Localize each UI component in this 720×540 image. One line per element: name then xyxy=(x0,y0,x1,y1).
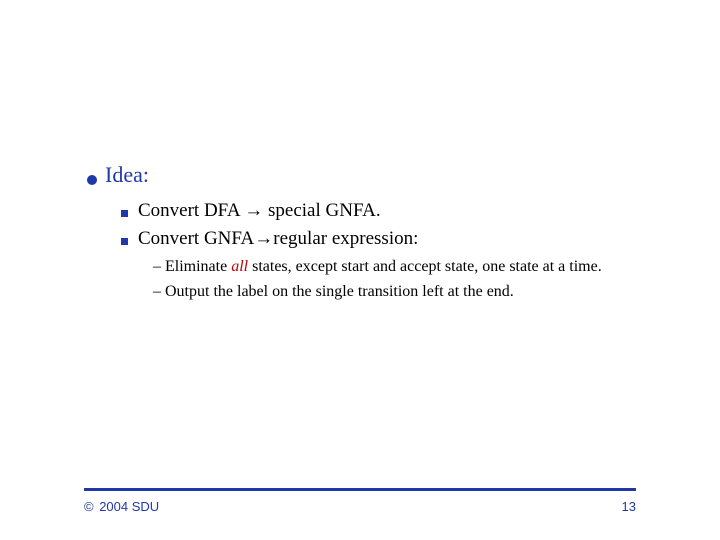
dash-icon: – xyxy=(153,257,165,278)
level2-list: Convert DFA → special GNFA. Convert GNFA… xyxy=(121,198,647,303)
square-icon xyxy=(121,238,128,245)
slide: Idea: Convert DFA → special GNFA. Conver… xyxy=(0,0,720,540)
list-item-text: Output the label on the single transitio… xyxy=(165,282,633,303)
emphasis-all: all xyxy=(231,258,248,275)
list-item-text: Convert GNFA→regular expression: xyxy=(138,226,418,252)
text-suffix: states, except start and accept state, o… xyxy=(248,258,602,275)
idea-bullet: Idea: xyxy=(87,162,647,188)
footer-divider xyxy=(84,488,636,491)
idea-label: Idea: xyxy=(105,162,149,188)
level3-list: – Eliminate all states, except start and… xyxy=(153,257,633,303)
list-item: – Output the label on the single transit… xyxy=(153,282,633,303)
list-item-text: Convert DFA → special GNFA. xyxy=(138,198,381,224)
list-item-text: Eliminate all states, except start and a… xyxy=(165,257,633,278)
square-icon xyxy=(121,210,128,217)
footer-copyright: © 2004 SDU xyxy=(84,499,159,514)
list-item: Convert GNFA→regular expression: xyxy=(121,226,647,252)
copyright-icon: © xyxy=(84,499,94,514)
dash-icon: – xyxy=(153,282,165,303)
text-prefix: Eliminate xyxy=(165,258,231,275)
footer-left-text: 2004 SDU xyxy=(96,499,160,514)
content-area: Idea: Convert DFA → special GNFA. Conver… xyxy=(87,162,647,307)
page-number: 13 xyxy=(622,499,636,514)
list-item: – Eliminate all states, except start and… xyxy=(153,257,633,278)
disc-icon xyxy=(87,175,97,185)
list-item: Convert DFA → special GNFA. xyxy=(121,198,647,224)
